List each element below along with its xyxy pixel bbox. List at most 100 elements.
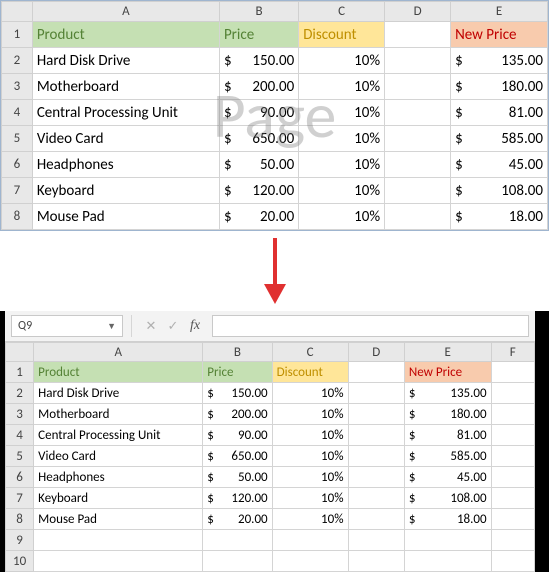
cancel-icon[interactable]: ✕ (140, 315, 162, 337)
col-header-A[interactable]: A (32, 2, 219, 22)
cell-empty[interactable] (404, 530, 491, 551)
col-header-A[interactable]: A (34, 343, 203, 362)
cell-price[interactable]: $650.00 (203, 446, 272, 467)
row-header[interactable]: 3 (2, 74, 33, 100)
cell-discount[interactable]: 10% (299, 74, 385, 100)
cell-newprice[interactable]: $45.00 (404, 467, 491, 488)
table-row[interactable]: 3Motherboard$200.0010%$180.00 (6, 404, 535, 425)
cell-newprice[interactable]: $135.00 (404, 383, 491, 404)
table-row[interactable]: 3Motherboard$200.0010%$180.00 (2, 74, 548, 100)
cell-discount[interactable]: 10% (272, 467, 348, 488)
table-row[interactable]: 9 (6, 530, 535, 551)
cell-product[interactable]: Keyboard (34, 488, 203, 509)
col-header-E[interactable]: E (404, 343, 491, 362)
row-header[interactable]: 5 (2, 126, 33, 152)
cell-empty[interactable] (203, 551, 272, 572)
table-row[interactable]: 6Headphones$50.0010%$45.00 (2, 152, 548, 178)
cell-product[interactable]: Video Card (32, 126, 219, 152)
cell-product[interactable]: Keyboard (32, 178, 219, 204)
col-header-D[interactable]: D (385, 2, 451, 22)
cell-empty[interactable] (272, 530, 348, 551)
row-header[interactable]: 6 (2, 152, 33, 178)
cell-empty[interactable] (348, 404, 404, 425)
table-row[interactable]: 1ProductPriceDiscountNew Price (6, 362, 535, 383)
cell-discount[interactable]: 10% (272, 404, 348, 425)
table-row[interactable]: 7Keyboard$120.0010%$108.00 (6, 488, 535, 509)
cell-empty[interactable] (491, 488, 534, 509)
cell-empty[interactable] (34, 530, 203, 551)
fx-icon[interactable]: fx (184, 315, 206, 337)
cell-product[interactable]: Mouse Pad (34, 509, 203, 530)
table-row[interactable]: 4Central Processing Unit$90.0010%$81.00 (6, 425, 535, 446)
enter-icon[interactable]: ✓ (162, 315, 184, 337)
cell-product[interactable]: Motherboard (34, 404, 203, 425)
cell-empty[interactable] (491, 530, 534, 551)
cell-empty[interactable] (385, 152, 451, 178)
cell-empty[interactable] (348, 425, 404, 446)
table-row[interactable]: 4Central Processing Unit$90.0010%$81.00 (2, 100, 548, 126)
cell-discount[interactable]: 10% (272, 425, 348, 446)
cell-product[interactable]: Mouse Pad (32, 204, 219, 230)
name-box[interactable]: Q9 ▼ (11, 315, 123, 337)
cell-discount[interactable]: 10% (299, 48, 385, 74)
table-row[interactable]: 10 (6, 551, 535, 572)
col-header-B[interactable]: B (219, 2, 298, 22)
header-newprice[interactable]: New Price (451, 22, 548, 48)
cell-discount[interactable]: 10% (272, 383, 348, 404)
cell-price[interactable]: $200.00 (203, 404, 272, 425)
cell-product[interactable]: Video Card (34, 446, 203, 467)
column-header-row[interactable]: A B C D E (2, 2, 548, 22)
row-header[interactable]: 8 (2, 204, 33, 230)
cell-newprice[interactable]: $585.00 (451, 126, 548, 152)
cell-newprice[interactable]: $18.00 (451, 204, 548, 230)
cell-discount[interactable]: 10% (272, 509, 348, 530)
cell-price[interactable]: $120.00 (219, 178, 298, 204)
cell-price[interactable]: $150.00 (203, 383, 272, 404)
cell-discount[interactable]: 10% (299, 178, 385, 204)
cell-empty[interactable] (34, 551, 203, 572)
row-header[interactable]: 1 (2, 22, 33, 48)
cell-empty[interactable] (385, 48, 451, 74)
col-header-E[interactable]: E (451, 2, 548, 22)
header-discount[interactable]: Discount (272, 362, 348, 383)
cell-empty[interactable] (348, 488, 404, 509)
cell-newprice[interactable]: $45.00 (451, 152, 548, 178)
cell-empty[interactable] (203, 530, 272, 551)
cell-empty[interactable] (348, 530, 404, 551)
cell-discount[interactable]: 10% (299, 100, 385, 126)
col-header-C[interactable]: C (272, 343, 348, 362)
cell-empty[interactable] (491, 509, 534, 530)
col-header-F[interactable]: F (491, 343, 534, 362)
row-header[interactable]: 2 (2, 48, 33, 74)
cell-empty[interactable] (385, 100, 451, 126)
col-header-B[interactable]: B (203, 343, 272, 362)
cell-price[interactable]: $20.00 (219, 204, 298, 230)
cell-empty[interactable] (348, 362, 404, 383)
cell-product[interactable]: Headphones (34, 467, 203, 488)
row-header[interactable]: 10 (6, 551, 34, 572)
row-header[interactable]: 5 (6, 446, 34, 467)
cell-price[interactable]: $20.00 (203, 509, 272, 530)
cell-price[interactable]: $650.00 (219, 126, 298, 152)
header-product[interactable]: Product (34, 362, 203, 383)
cell-empty[interactable] (348, 467, 404, 488)
cell-empty[interactable] (385, 22, 451, 48)
cell-price[interactable]: $120.00 (203, 488, 272, 509)
cell-product[interactable]: Hard Disk Drive (34, 383, 203, 404)
cell-empty[interactable] (348, 383, 404, 404)
cell-price[interactable]: $200.00 (219, 74, 298, 100)
cell-price[interactable]: $90.00 (203, 425, 272, 446)
cell-product[interactable]: Central Processing Unit (34, 425, 203, 446)
cell-newprice[interactable]: $108.00 (451, 178, 548, 204)
column-header-row[interactable]: A B C D E F (6, 343, 535, 362)
cell-newprice[interactable]: $18.00 (404, 509, 491, 530)
table-row[interactable]: 7Keyboard$120.0010%$108.00 (2, 178, 548, 204)
row-header[interactable]: 1 (6, 362, 34, 383)
cell-empty[interactable] (404, 551, 491, 572)
row-header[interactable]: 6 (6, 467, 34, 488)
cell-empty[interactable] (385, 126, 451, 152)
cell-price[interactable]: $90.00 (219, 100, 298, 126)
cell-product[interactable]: Headphones (32, 152, 219, 178)
table-row[interactable]: 2Hard Disk Drive$150.0010%$135.00 (6, 383, 535, 404)
row-header[interactable]: 9 (6, 530, 34, 551)
